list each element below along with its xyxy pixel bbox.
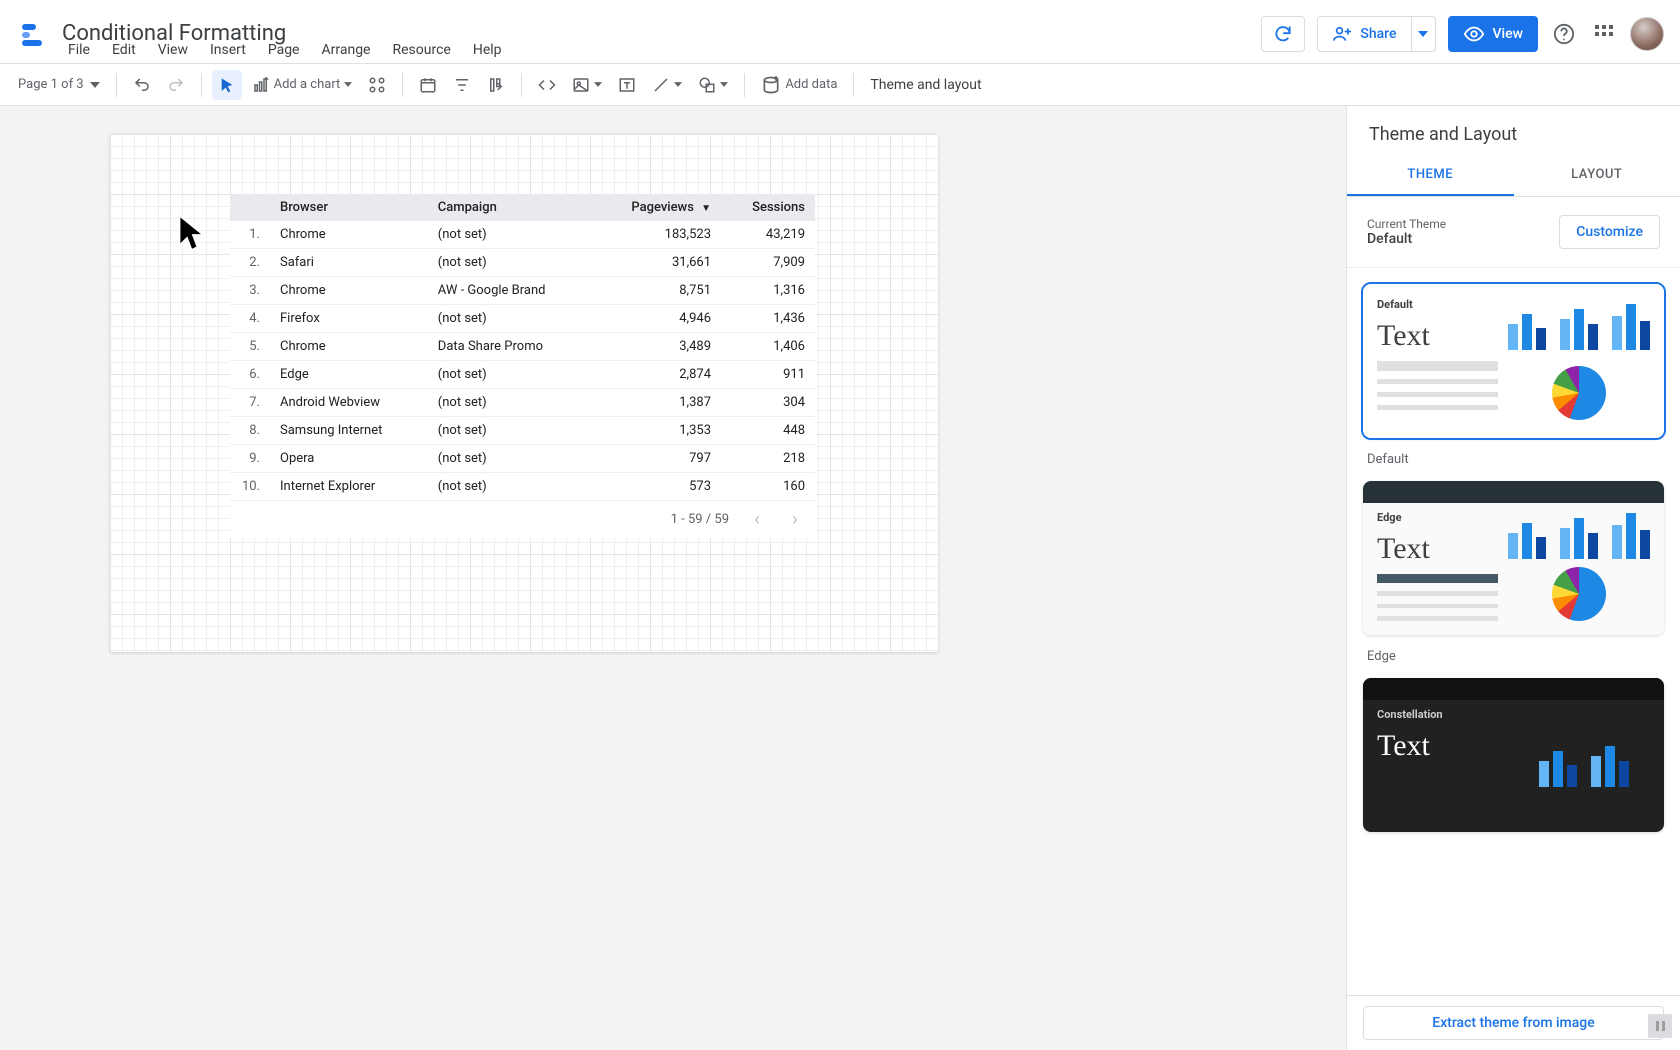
selection-tool[interactable] (212, 70, 242, 100)
app-header: Conditional Formatting File Edit View In… (0, 0, 1680, 64)
extract-theme-button[interactable]: Extract theme from image (1363, 1006, 1664, 1040)
current-theme-label: Current Theme (1367, 217, 1446, 231)
share-label: Share (1360, 26, 1396, 42)
menu-page[interactable]: Page (258, 40, 310, 60)
menu-file[interactable]: File (58, 40, 100, 60)
community-viz-button[interactable] (362, 70, 392, 100)
pager-next-icon[interactable]: › (785, 509, 805, 530)
current-theme-value: Default (1367, 231, 1446, 247)
image-button[interactable] (566, 70, 608, 100)
pager-range: 1 - 59 / 59 (671, 512, 729, 527)
toolbar: Page 1 of 3 Add a chart (0, 64, 1680, 106)
menu-insert[interactable]: Insert (200, 40, 256, 60)
table-header-row: Browser Campaign Pageviews ▼ Sessions (230, 194, 815, 221)
tab-layout[interactable]: LAYOUT (1514, 155, 1680, 196)
col-header-sessions[interactable]: Sessions (721, 194, 815, 221)
table-row[interactable]: 2.Safari(not set)31,6617,909 (230, 249, 815, 277)
customize-button[interactable]: Customize (1559, 215, 1660, 249)
filter-control-button[interactable] (447, 70, 477, 100)
data-control-button[interactable] (481, 70, 511, 100)
table-row[interactable]: 6.Edge(not set)2,874911 (230, 361, 815, 389)
data-table-chart[interactable]: Browser Campaign Pageviews ▼ Sessions 1.… (230, 194, 815, 538)
pager-prev-icon[interactable]: ‹ (747, 509, 767, 530)
shape-button[interactable] (692, 70, 734, 100)
add-chart-button[interactable]: Add a chart (246, 70, 359, 100)
theme-name-edge: Edge (1363, 643, 1664, 678)
view-button[interactable]: View (1448, 16, 1539, 52)
theme-gallery: Default Text (1347, 268, 1680, 900)
panel-title: Theme and Layout (1347, 106, 1680, 155)
table-row[interactable]: 8.Samsung Internet(not set)1,353448 (230, 417, 815, 445)
add-data-label: Add data (785, 77, 837, 92)
menu-bar: File Edit View Insert Page Arrange Resou… (58, 40, 512, 60)
help-icon[interactable] (1550, 20, 1578, 48)
page-selector[interactable]: Page 1 of 3 (12, 77, 106, 92)
table-row[interactable]: 5.ChromeData Share Promo3,4891,406 (230, 333, 815, 361)
table-row[interactable]: 4.Firefox(not set)4,9461,436 (230, 305, 815, 333)
apps-grid-icon[interactable] (1590, 20, 1618, 48)
table-row[interactable]: 1.Chrome(not set)183,52343,219 (230, 221, 815, 249)
menu-resource[interactable]: Resource (382, 40, 460, 60)
canvas-area[interactable]: Browser Campaign Pageviews ▼ Sessions 1.… (0, 106, 1346, 1050)
text-button[interactable] (612, 70, 642, 100)
table-row[interactable]: 3.ChromeAW - Google Brand8,7511,316 (230, 277, 815, 305)
share-button[interactable]: Share (1317, 16, 1411, 52)
table-pager: 1 - 59 / 59 ‹ › (230, 501, 815, 538)
col-header-pageviews[interactable]: Pageviews ▼ (592, 194, 721, 221)
tab-theme[interactable]: THEME (1347, 155, 1514, 196)
user-avatar[interactable] (1630, 17, 1664, 51)
cursor-indicator-icon (175, 214, 211, 256)
sort-desc-icon: ▼ (701, 203, 711, 214)
redo-button[interactable] (161, 70, 191, 100)
col-header-index[interactable] (230, 194, 270, 221)
line-button[interactable] (646, 70, 688, 100)
page-selector-label: Page 1 of 3 (18, 77, 84, 92)
theme-card-constellation[interactable]: Constellation Text (1363, 678, 1664, 832)
url-embed-button[interactable] (532, 70, 562, 100)
view-label: View (1493, 26, 1524, 42)
refresh-button[interactable] (1261, 16, 1305, 52)
undo-button[interactable] (127, 70, 157, 100)
table-row[interactable]: 9.Opera(not set)797218 (230, 445, 815, 473)
extract-theme-bar: Extract theme from image (1347, 995, 1680, 1050)
menu-edit[interactable]: Edit (102, 40, 146, 60)
menu-view[interactable]: View (148, 40, 198, 60)
theme-card-edge[interactable]: Edge Text (1363, 481, 1664, 635)
table-row[interactable]: 7.Android Webview(not set)1,387304 (230, 389, 815, 417)
date-range-button[interactable] (413, 70, 443, 100)
report-page[interactable]: Browser Campaign Pageviews ▼ Sessions 1.… (110, 134, 938, 652)
pause-indicator-icon[interactable] (1648, 1014, 1672, 1038)
share-dropdown[interactable] (1412, 16, 1436, 52)
col-header-campaign[interactable]: Campaign (428, 194, 593, 221)
menu-help[interactable]: Help (463, 40, 512, 60)
theme-layout-button[interactable]: Theme and layout (864, 77, 987, 93)
menu-arrange[interactable]: Arrange (312, 40, 381, 60)
theme-name-default: Default (1363, 446, 1664, 481)
add-chart-label: Add a chart (274, 77, 341, 92)
app-logo-icon (16, 16, 52, 52)
theme-layout-panel: Theme and Layout THEME LAYOUT Current Th… (1346, 106, 1680, 1050)
table-row[interactable]: 10.Internet Explorer(not set)573160 (230, 473, 815, 501)
col-header-browser[interactable]: Browser (270, 194, 428, 221)
theme-card-default[interactable]: Default Text (1363, 284, 1664, 438)
add-data-button[interactable]: Add data (755, 70, 843, 100)
